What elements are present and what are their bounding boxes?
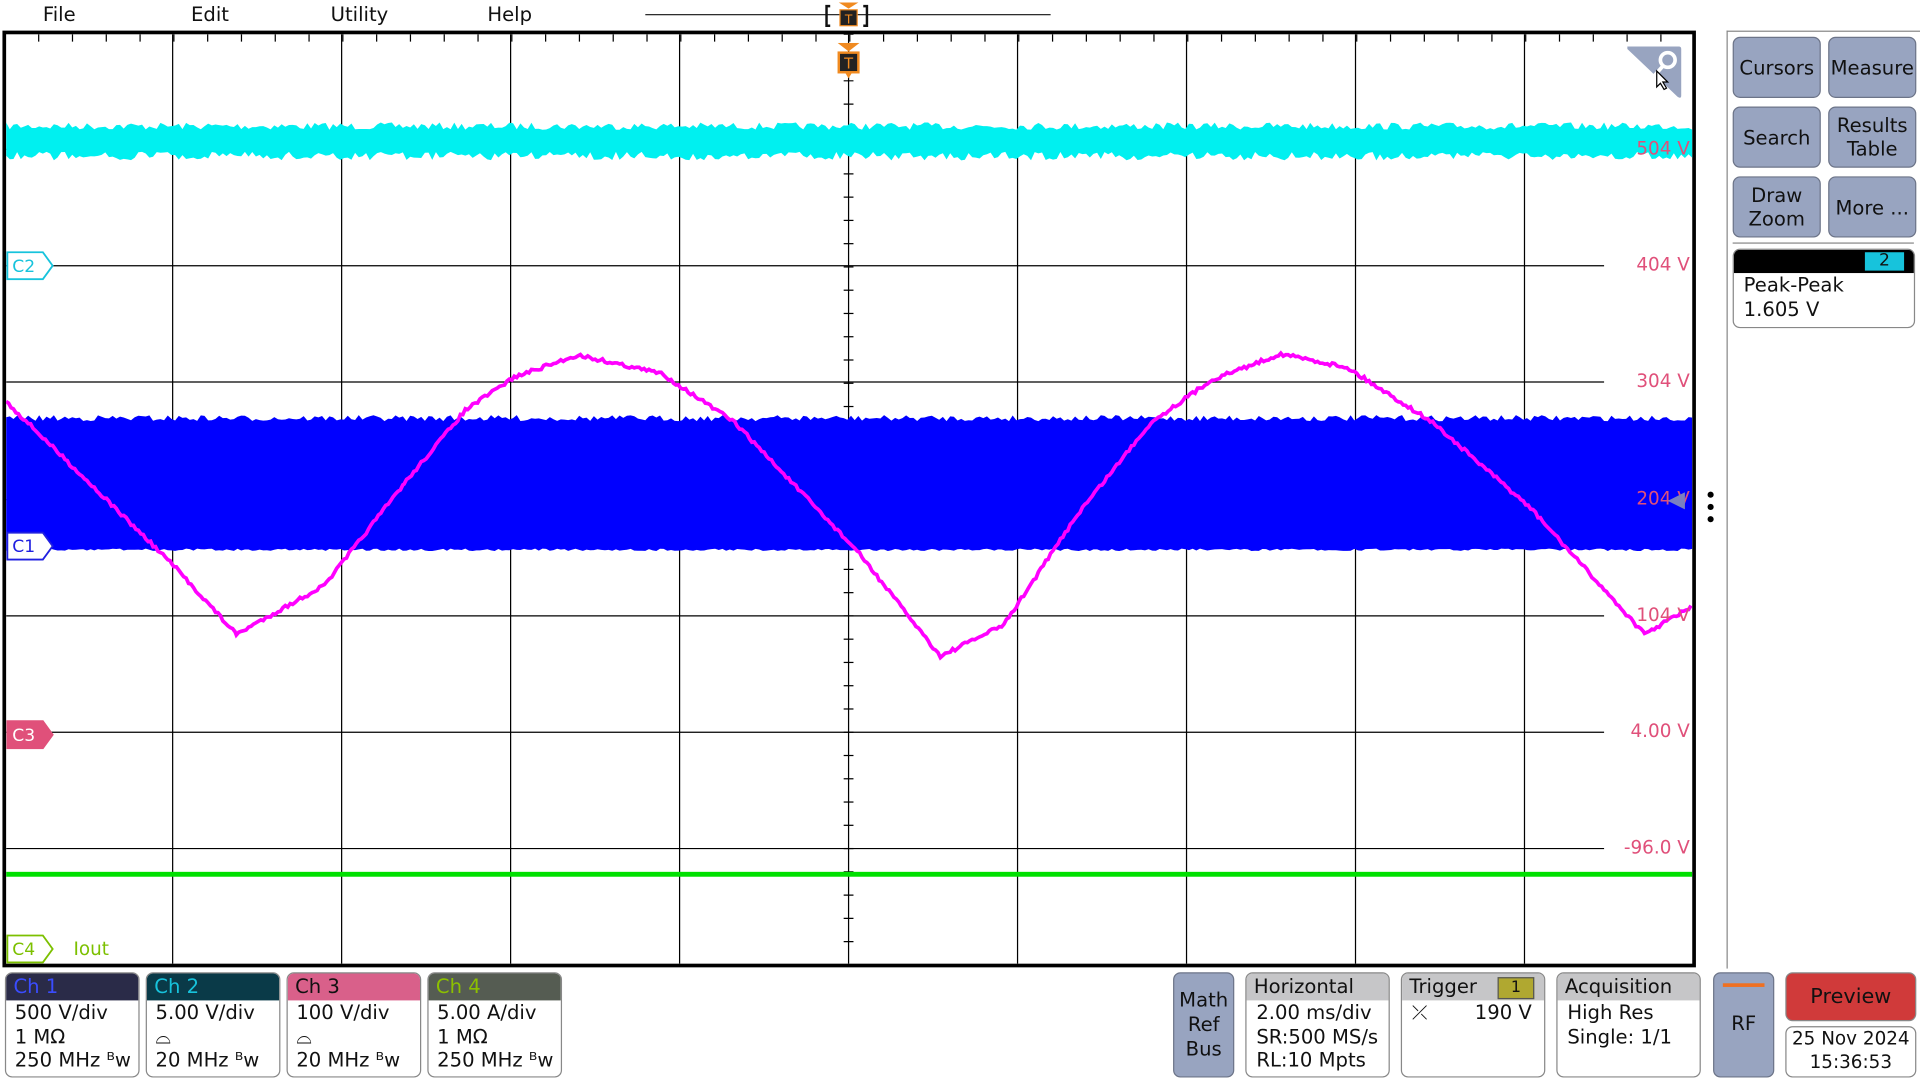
channel-title: Ch 3 [287,973,421,1001]
zoom-key-icon[interactable] [1625,44,1684,100]
ch1-waveform [6,415,1693,552]
acquisition-count: Single: 1/1 [1567,1024,1672,1048]
scale-label: 404 V [1636,253,1690,276]
channel-setting: ⌓ [296,1024,312,1048]
trigger-position-marker[interactable]: T [836,42,860,80]
c4-label: Iout [73,937,109,961]
channel-marker-label: C2 [12,257,35,277]
trigger-badge[interactable]: Trigger 1 ⤫ 190 V [1400,972,1546,1078]
menu-edit[interactable]: Edit [191,2,229,25]
sample-rate: SR:500 MS/s [1256,1024,1379,1048]
channel-setting: 5.00 A/div [437,1000,537,1024]
scale-label: -96.0 V [1623,836,1690,859]
channel-setting: 250 MHz ᴮw [437,1048,554,1072]
channel-setting: 20 MHz ᴮw [296,1048,401,1072]
draw-zoom-button[interactable]: Draw Zoom [1732,176,1821,238]
scale-label: 104 V [1636,603,1690,626]
more-options-handle[interactable] [1707,490,1714,524]
channel-marker-label: C4 [12,940,35,960]
more-button[interactable]: More ... [1828,176,1917,238]
trigger-level: 190 V [1474,1000,1532,1024]
channel-marker-c1[interactable]: C1 [6,531,55,561]
time: 15:36:53 [1809,1050,1893,1073]
acquisition-mode: High Res [1567,1000,1654,1024]
ch2-waveform [6,122,1693,161]
channel-title: Ch 1 [6,973,139,1001]
record-length: RL:10 Mpts [1256,1048,1366,1072]
record-view-bar[interactable]: T [637,0,1059,33]
ch1-offset-arrow-icon [1667,492,1685,510]
trigger-title: Trigger [1409,974,1477,998]
results-table-button[interactable]: Results Table [1828,106,1917,168]
side-panel-divider [1732,242,1914,244]
horizontal-title: Horizontal [1246,973,1389,1001]
menu-utility[interactable]: Utility [331,2,389,25]
scale-label: 304 V [1636,369,1690,392]
channel-title: Ch 2 [146,973,280,1001]
scale-label: 504 V [1636,137,1690,160]
acquisition-badge[interactable]: Acquisition High Res Single: 1/1 [1556,972,1701,1078]
channel-setting: 1 MΩ [437,1024,488,1048]
horizontal-scale: 2.00 ms/div [1256,1000,1372,1024]
channel-badge-1[interactable]: Ch 1 500 V/div 1 MΩ 250 MHz ᴮw [4,972,140,1078]
measurement-name: Peak-Peak [1743,273,1844,297]
preview-button[interactable]: Preview [1785,972,1917,1022]
channel-marker-label: C1 [12,537,35,557]
scale-label: 4.00 V [1630,720,1690,743]
trigger-edge-icon: ⤫ [1411,1000,1428,1024]
acquisition-title: Acquisition [1557,973,1700,1001]
channel-setting: 5.00 V/div [155,1000,255,1024]
date: 25 Nov 2024 [1791,1027,1910,1050]
svg-text:T: T [844,12,853,26]
menu-help[interactable]: Help [487,2,532,25]
channel-badge-2[interactable]: Ch 2 5.00 V/div ⌓ 20 MHz ᴮw [145,972,281,1078]
channel-marker-c4[interactable]: C4 [6,934,55,964]
trigger-source: 1 [1497,977,1535,1000]
measure-button[interactable]: Measure [1828,36,1917,98]
horizontal-badge[interactable]: Horizontal 2.00 ms/div SR:500 MS/s RL:10… [1245,972,1390,1078]
math-ref-bus-button[interactable]: Math Ref Bus [1173,972,1235,1078]
channel-title: Ch 4 [428,973,561,1001]
ch4-waveform [6,871,1693,877]
trigger-marker-label: T [843,56,854,73]
channel-marker-c2[interactable]: C2 [6,251,55,281]
measurement-value: 1.605 V [1743,297,1820,321]
channel-setting: 250 MHz ᴮw [14,1048,131,1072]
channel-setting: 1 MΩ [14,1024,66,1048]
side-panel [1726,30,1920,969]
search-button[interactable]: Search [1732,106,1821,168]
channel-marker-c3[interactable]: C3 [6,720,55,750]
menu-file[interactable]: File [43,2,76,25]
measurement-source-badge: 2 [1864,252,1905,271]
channel-setting: 500 V/div [14,1000,108,1024]
rf-button[interactable]: RF [1713,972,1775,1078]
channel-setting: 20 MHz ᴮw [155,1048,260,1072]
channel-badge-3[interactable]: Ch 3 100 V/div ⌓ 20 MHz ᴮw [286,972,422,1078]
rf-label: RF [1731,1011,1757,1035]
channel-setting: 100 V/div [296,1000,390,1024]
channel-setting: ⌓ [155,1024,172,1048]
channel-badge-4[interactable]: Ch 4 5.00 A/div 1 MΩ 250 MHz ᴮw [427,972,563,1078]
datetime-display[interactable]: 25 Nov 2024 15:36:53 [1785,1026,1917,1078]
measurement-badge[interactable]: 2 Peak-Peak 1.605 V [1732,248,1916,329]
waveform-display[interactable] [2,30,1696,968]
cursors-button[interactable]: Cursors [1732,36,1821,98]
channel-marker-label: C3 [12,726,35,746]
